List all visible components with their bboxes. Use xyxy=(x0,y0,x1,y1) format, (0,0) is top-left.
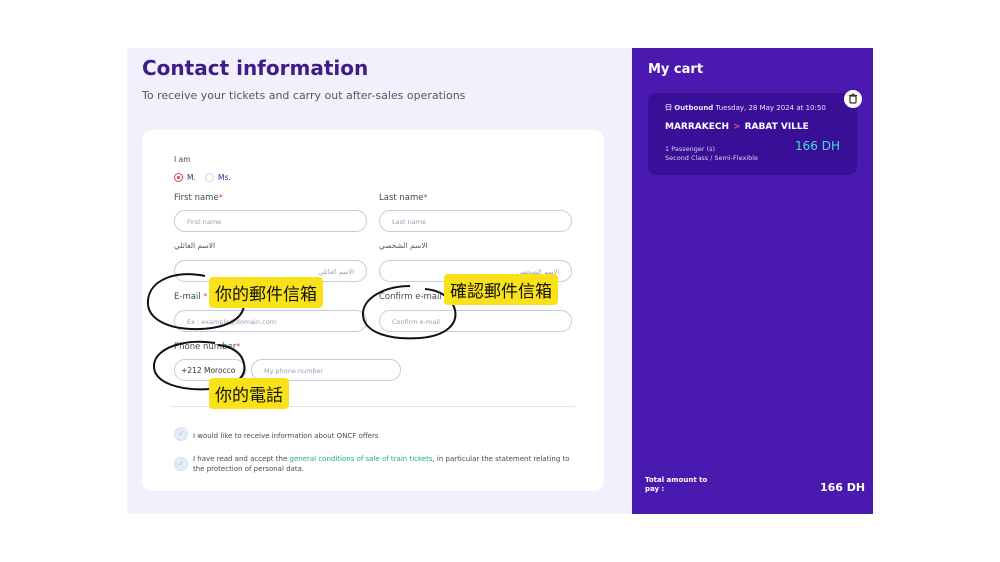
item-price: 166 DH xyxy=(795,139,840,153)
trash-icon xyxy=(849,93,857,104)
offers-text: I would like to receive information abou… xyxy=(193,432,379,440)
route-arrow-icon: > xyxy=(733,122,741,132)
trip-direction: Outbound xyxy=(674,104,714,112)
trip-route: MARRAKECH > RABAT VILLE xyxy=(665,122,809,132)
confirm-email-annotation: 確認郵件信箱 xyxy=(444,274,558,305)
phone-annotation: 你的電話 xyxy=(209,378,289,409)
check-icon: ✓ xyxy=(177,429,185,438)
fare-class: Second Class / Semi-Flexible xyxy=(665,154,759,162)
last-name-input[interactable]: Last name xyxy=(379,210,572,232)
contact-form: I am M. Ms. First name* First name Last … xyxy=(142,130,604,491)
cart-panel: My cart Outbound Tuesday, 28 May 2024 at… xyxy=(632,48,873,514)
destination-station: RABAT VILLE xyxy=(744,122,809,132)
check-icon: ✓ xyxy=(177,459,185,468)
page-title: Contact information xyxy=(142,56,369,80)
phone-label: Phone number* xyxy=(174,342,241,352)
radio-mr[interactable] xyxy=(174,173,183,182)
page-subtitle: To receive your tickets and carry out af… xyxy=(142,89,466,102)
offers-checkbox[interactable]: ✓ xyxy=(174,427,188,441)
total-label: Total amount to pay : xyxy=(645,476,708,493)
terms-text: I have read and accept the general condi… xyxy=(193,455,570,473)
total-value: 166 DH xyxy=(820,481,866,494)
email-input[interactable]: Ex : example@domain.com xyxy=(174,310,367,332)
email-annotation: 你的郵件信箱 xyxy=(209,277,323,308)
gender-label: I am xyxy=(174,155,191,164)
terms-link[interactable]: general conditions of sale of train tick… xyxy=(290,455,433,463)
radio-ms-label: Ms. xyxy=(218,173,231,182)
confirm-email-label: Confirm e-mail xyxy=(379,292,442,302)
radio-ms[interactable] xyxy=(205,173,214,182)
trip-header: Outbound Tuesday, 28 May 2024 at 10:50 xyxy=(665,104,826,112)
trip-datetime: Tuesday, 28 May 2024 at 10:50 xyxy=(715,104,826,112)
last-name-label: Last name* xyxy=(379,193,428,203)
origin-station: MARRAKECH xyxy=(665,122,730,132)
cart-item: Outbound Tuesday, 28 May 2024 at 10:50 M… xyxy=(648,93,857,175)
remove-item-button[interactable] xyxy=(844,90,862,108)
first-name-ar-label: الاسم العائلي xyxy=(174,241,216,250)
train-icon xyxy=(665,104,672,111)
passenger-count: 1 Passenger (s) xyxy=(665,145,716,153)
cart-title: My cart xyxy=(648,62,704,77)
radio-mr-label: M. xyxy=(187,173,196,182)
first-name-label: First name* xyxy=(174,193,223,203)
email-label: E-mail * xyxy=(174,292,208,302)
last-name-ar-label: الاسم الشخصي xyxy=(379,241,428,250)
confirm-email-input[interactable]: Confirm e-mail xyxy=(379,310,572,332)
terms-checkbox[interactable]: ✓ xyxy=(174,457,188,471)
first-name-input[interactable]: First name xyxy=(174,210,367,232)
